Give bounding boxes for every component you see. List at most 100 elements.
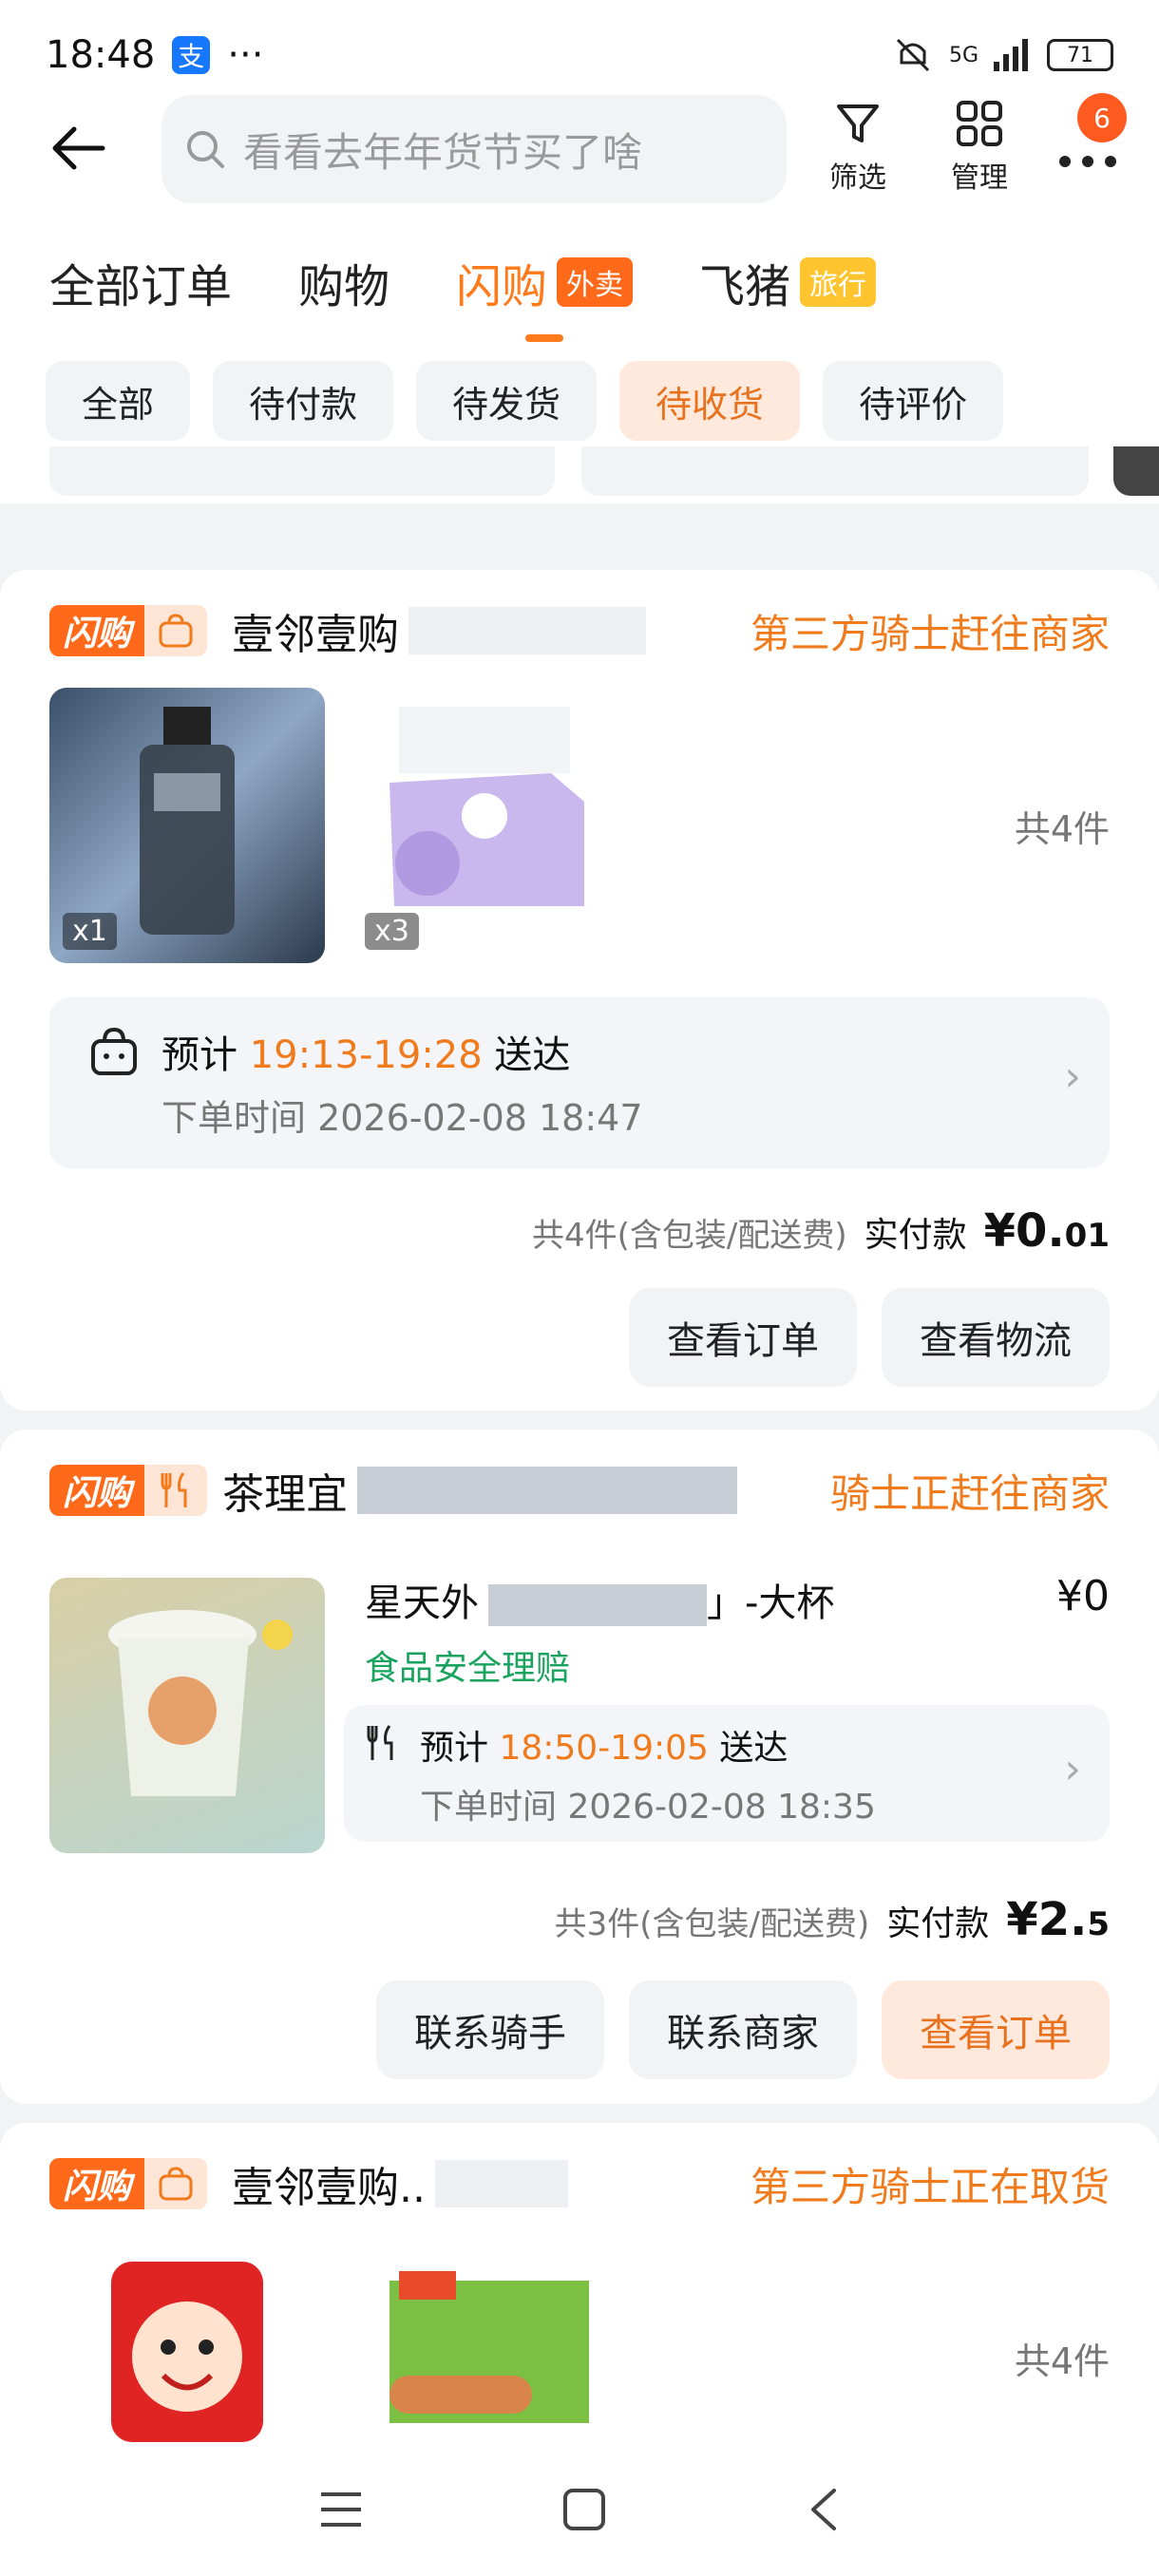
delivery-eta-panel[interactable]: 预计 19:13-19:28 送达 下单时间 2026-02-08 18:47 … xyxy=(49,997,1110,1168)
view-order-button[interactable]: 查看订单 xyxy=(629,1288,857,1387)
product-image[interactable]: x3 xyxy=(352,688,627,963)
category-tabs: 全部订单 购物 闪购 外卖 飞猪 旅行 xyxy=(49,249,942,342)
tab-label: 全部订单 xyxy=(49,260,233,313)
tab-flash-buy[interactable]: 闪购 外卖 xyxy=(456,249,634,342)
bag-icon xyxy=(144,605,208,656)
manage-label: 管理 xyxy=(951,161,1008,195)
order-time: 下单时间 2026-02-08 18:35 xyxy=(420,1788,876,1827)
tab-tag: 旅行 xyxy=(800,257,877,307)
paid-amount: ¥0.01 xyxy=(984,1204,1110,1258)
tab-all-orders[interactable]: 全部订单 xyxy=(49,249,232,315)
filter-chip-all[interactable]: 全部 xyxy=(46,361,191,441)
more-dots-icon xyxy=(1059,156,1116,167)
redacted-block xyxy=(435,2160,568,2207)
product-image[interactable]: x1 xyxy=(49,688,325,963)
tab-shopping[interactable]: 购物 xyxy=(298,249,390,315)
item-quantity: x1 xyxy=(63,913,117,950)
brand-label: 闪购 xyxy=(49,2158,145,2209)
menu-icon[interactable] xyxy=(317,2489,365,2530)
battery-icon: 71 xyxy=(1047,39,1113,71)
contact-rider-button[interactable]: 联系骑手 xyxy=(376,1980,604,2079)
payment-summary: 共3件(含包装/配送费) 实付款 ¥2.5 xyxy=(555,1893,1110,1946)
summary-text: 共3件(含包装/配送费) xyxy=(554,1905,870,1943)
bag-icon xyxy=(144,2158,208,2209)
product-title-end: 」-大杯 xyxy=(707,1582,835,1625)
clock: 18:48 xyxy=(46,33,156,77)
alipay-icon: 支 xyxy=(172,36,211,74)
product-image[interactable] xyxy=(49,1578,325,1853)
product-title-start: 星天外 xyxy=(365,1582,479,1625)
order-time: 下单时间 2026-02-08 18:47 xyxy=(162,1097,643,1139)
filter-chip-to-ship[interactable]: 待发货 xyxy=(416,361,598,441)
shop-name[interactable]: 壹邻壹购 xyxy=(232,600,399,661)
network-label: 5G xyxy=(948,43,978,67)
order-card[interactable]: 闪购 壹邻壹购 第三方骑士赶往商家 x1 x3 共4件 预计 19:13-19:… xyxy=(0,570,1159,1411)
more-notifications: ··· xyxy=(227,33,264,77)
order-actions: 联系骑手 联系商家 查看订单 xyxy=(376,1980,1110,2079)
filter-chip-to-receive[interactable]: 待收货 xyxy=(619,361,801,441)
eta-prefix: 预计 xyxy=(420,1729,489,1768)
flash-buy-badge: 闪购 xyxy=(49,605,208,656)
product-image[interactable] xyxy=(352,2252,627,2442)
utensils-icon xyxy=(144,1465,208,1516)
drink-cup-icon xyxy=(108,1610,293,1796)
eta-time: 19:13-19:28 xyxy=(249,1033,483,1077)
amount-main: ¥2. xyxy=(1006,1893,1088,1946)
redacted-block xyxy=(408,607,647,654)
filter-button[interactable]: 筛选 xyxy=(806,99,910,203)
brand-label: 闪购 xyxy=(49,1465,145,1516)
view-order-button[interactable]: 查看订单 xyxy=(882,1980,1110,2079)
more-button[interactable]: 6 xyxy=(1036,93,1140,203)
order-status: 第三方骑士正在取货 xyxy=(750,2163,1110,2210)
manage-button[interactable]: 管理 xyxy=(927,99,1032,203)
food-safety-tag[interactable]: 食品安全理赔 xyxy=(365,1640,570,1690)
search-placeholder: 看看去年年货节买了啥 xyxy=(243,128,643,176)
order-status: 第三方骑士赶往商家 xyxy=(750,610,1110,657)
amount-decimal: 01 xyxy=(1064,1217,1110,1255)
shop-name[interactable]: 壹邻壹购.. xyxy=(232,2153,426,2214)
filter-icon xyxy=(837,104,879,142)
shop-name[interactable]: 茶理宜 xyxy=(222,1460,348,1521)
paid-label: 实付款 xyxy=(864,1216,967,1255)
peek-item xyxy=(49,446,555,496)
home-icon[interactable] xyxy=(561,2487,607,2532)
search-icon xyxy=(187,131,224,168)
amount-main: ¥0. xyxy=(983,1204,1065,1258)
sausage-pack-icon xyxy=(390,2271,589,2423)
eta-prefix: 预计 xyxy=(162,1033,238,1077)
product-price: ¥0 xyxy=(1056,1572,1110,1620)
paid-label: 实付款 xyxy=(886,1904,990,1943)
summary-text: 共4件(含包装/配送费) xyxy=(532,1217,847,1255)
view-logistics-button[interactable]: 查看物流 xyxy=(882,1288,1110,1387)
brand-label: 闪购 xyxy=(49,605,145,656)
tab-label: 购物 xyxy=(298,260,390,313)
contact-merchant-button[interactable]: 联系商家 xyxy=(629,1980,857,2079)
product-image[interactable] xyxy=(49,2252,325,2442)
order-card[interactable]: 闪购 茶理宜 骑士正赶往商家 星天外 」-大杯 ¥0 食品安全理赔 预计 18:5… xyxy=(0,1430,1159,2104)
paid-amount: ¥2.5 xyxy=(1006,1893,1110,1946)
filter-chip-to-review[interactable]: 待评价 xyxy=(823,361,1004,441)
chevron-right-icon: › xyxy=(1064,1052,1081,1101)
bag-icon xyxy=(91,1027,137,1075)
product-title[interactable]: 星天外 」-大杯 xyxy=(365,1572,834,1627)
chevron-right-icon: › xyxy=(1064,1745,1081,1793)
search-input[interactable]: 看看去年年货节买了啥 xyxy=(162,95,787,203)
mute-icon xyxy=(896,38,930,72)
order-status: 骑士正赶往商家 xyxy=(829,1469,1110,1517)
back-icon[interactable] xyxy=(804,2487,842,2532)
order-actions: 查看订单 查看物流 xyxy=(629,1288,1110,1387)
grid-icon xyxy=(957,101,1002,146)
delivery-eta-panel[interactable]: 预计 18:50-19:05 送达 下单时间 2026-02-08 18:35 … xyxy=(344,1705,1110,1842)
payment-summary: 共4件(含包装/配送费) 实付款 ¥0.01 xyxy=(532,1204,1110,1258)
redacted-block xyxy=(488,1584,707,1626)
system-nav-bar xyxy=(0,2443,1159,2576)
peek-item xyxy=(581,446,1089,496)
previous-order-peek xyxy=(0,446,1159,503)
filter-chip-unpaid[interactable]: 待付款 xyxy=(213,361,394,441)
back-arrow-icon[interactable] xyxy=(46,120,112,177)
tab-fliggy[interactable]: 飞猪 旅行 xyxy=(699,249,877,315)
item-count: 共4件 xyxy=(1014,808,1110,850)
amount-decimal: 5 xyxy=(1087,1905,1110,1943)
eta-line: 预计 19:13-19:28 送达 xyxy=(162,1024,570,1079)
signal-icon xyxy=(994,39,1028,71)
